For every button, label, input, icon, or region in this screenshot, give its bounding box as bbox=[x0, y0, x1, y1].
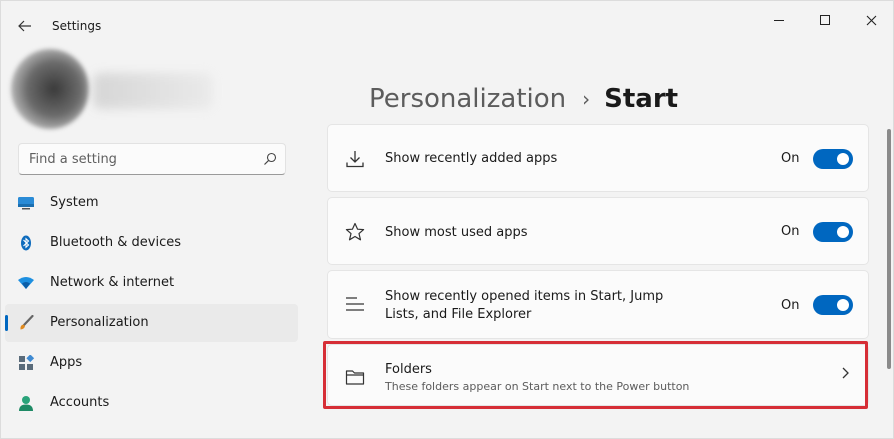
close-button[interactable] bbox=[848, 7, 894, 33]
setting-card-most-used: Show most used apps On bbox=[327, 197, 869, 265]
search-icon bbox=[264, 152, 277, 165]
list-icon bbox=[346, 297, 364, 311]
folder-icon bbox=[345, 370, 365, 385]
sidebar-item-personalization[interactable]: Personalization bbox=[5, 304, 298, 342]
sidebar-item-label: Bluetooth & devices bbox=[50, 235, 181, 250]
breadcrumb-separator: › bbox=[582, 87, 591, 111]
sidebar-item-accounts[interactable]: Accounts bbox=[5, 384, 298, 422]
maximize-icon bbox=[820, 15, 830, 25]
scrollbar[interactable] bbox=[887, 129, 891, 369]
setting-description: These folders appear on Start next to th… bbox=[385, 380, 690, 393]
person-icon bbox=[19, 396, 33, 411]
brush-icon bbox=[20, 315, 34, 330]
setting-label: Folders bbox=[385, 362, 432, 377]
sidebar-item-label: Accounts bbox=[50, 395, 110, 410]
page-title: Start bbox=[604, 84, 679, 114]
profile-info-blurred bbox=[93, 73, 213, 109]
search-box[interactable] bbox=[18, 143, 286, 175]
breadcrumb: Personalization › Start bbox=[369, 81, 678, 117]
setting-label-line1: Show recently opened items in Start, Jum… bbox=[385, 289, 664, 304]
apps-grid-icon bbox=[19, 355, 35, 370]
toggle-state-label: On bbox=[781, 151, 800, 166]
sidebar-item-system[interactable]: System bbox=[5, 184, 298, 222]
star-icon bbox=[345, 222, 365, 241]
recently-opened-toggle[interactable] bbox=[813, 295, 853, 315]
minimize-icon bbox=[774, 19, 784, 21]
sidebar-nav: System Bluetooth & devices Network & int… bbox=[5, 184, 298, 424]
search-input[interactable] bbox=[29, 144, 259, 174]
close-icon bbox=[866, 15, 876, 25]
most-used-toggle[interactable] bbox=[813, 222, 853, 242]
avatar[interactable] bbox=[11, 49, 89, 129]
setting-card-recently-added: Show recently added apps On bbox=[327, 124, 869, 192]
back-button[interactable] bbox=[11, 13, 39, 39]
wifi-icon bbox=[18, 277, 34, 289]
back-arrow-icon bbox=[18, 20, 31, 32]
setting-label-line2: Lists, and File Explorer bbox=[385, 307, 532, 322]
sidebar-item-network[interactable]: Network & internet bbox=[5, 264, 298, 302]
minimize-button[interactable] bbox=[756, 7, 802, 33]
sidebar-item-label: Personalization bbox=[50, 315, 149, 330]
breadcrumb-parent[interactable]: Personalization bbox=[369, 84, 566, 114]
bluetooth-icon bbox=[21, 235, 31, 251]
settings-window: Settings System bbox=[0, 0, 894, 439]
toggle-knob bbox=[837, 153, 849, 165]
toggle-state-label: On bbox=[781, 298, 800, 313]
chevron-right-icon bbox=[842, 367, 849, 379]
download-icon bbox=[346, 151, 364, 168]
toggle-knob bbox=[837, 226, 849, 238]
setting-label: Show recently added apps bbox=[385, 151, 558, 166]
setting-card-folders[interactable]: Folders These folders appear on Start ne… bbox=[327, 344, 869, 406]
sidebar-item-bluetooth[interactable]: Bluetooth & devices bbox=[5, 224, 298, 262]
sidebar-item-label: Network & internet bbox=[50, 275, 175, 290]
monitor-icon bbox=[18, 197, 34, 210]
toggle-state-label: On bbox=[781, 224, 800, 239]
setting-card-recently-opened: Show recently opened items in Start, Jum… bbox=[327, 270, 869, 339]
sidebar-item-label: Apps bbox=[50, 355, 83, 370]
recently-added-toggle[interactable] bbox=[813, 149, 853, 169]
setting-label: Show most used apps bbox=[385, 225, 528, 240]
sidebar-item-label: System bbox=[50, 195, 99, 210]
title-bar: Settings bbox=[1, 1, 893, 51]
app-title: Settings bbox=[52, 19, 102, 33]
maximize-button[interactable] bbox=[802, 7, 848, 33]
toggle-knob bbox=[837, 299, 849, 311]
sidebar-item-apps[interactable]: Apps bbox=[5, 344, 298, 382]
